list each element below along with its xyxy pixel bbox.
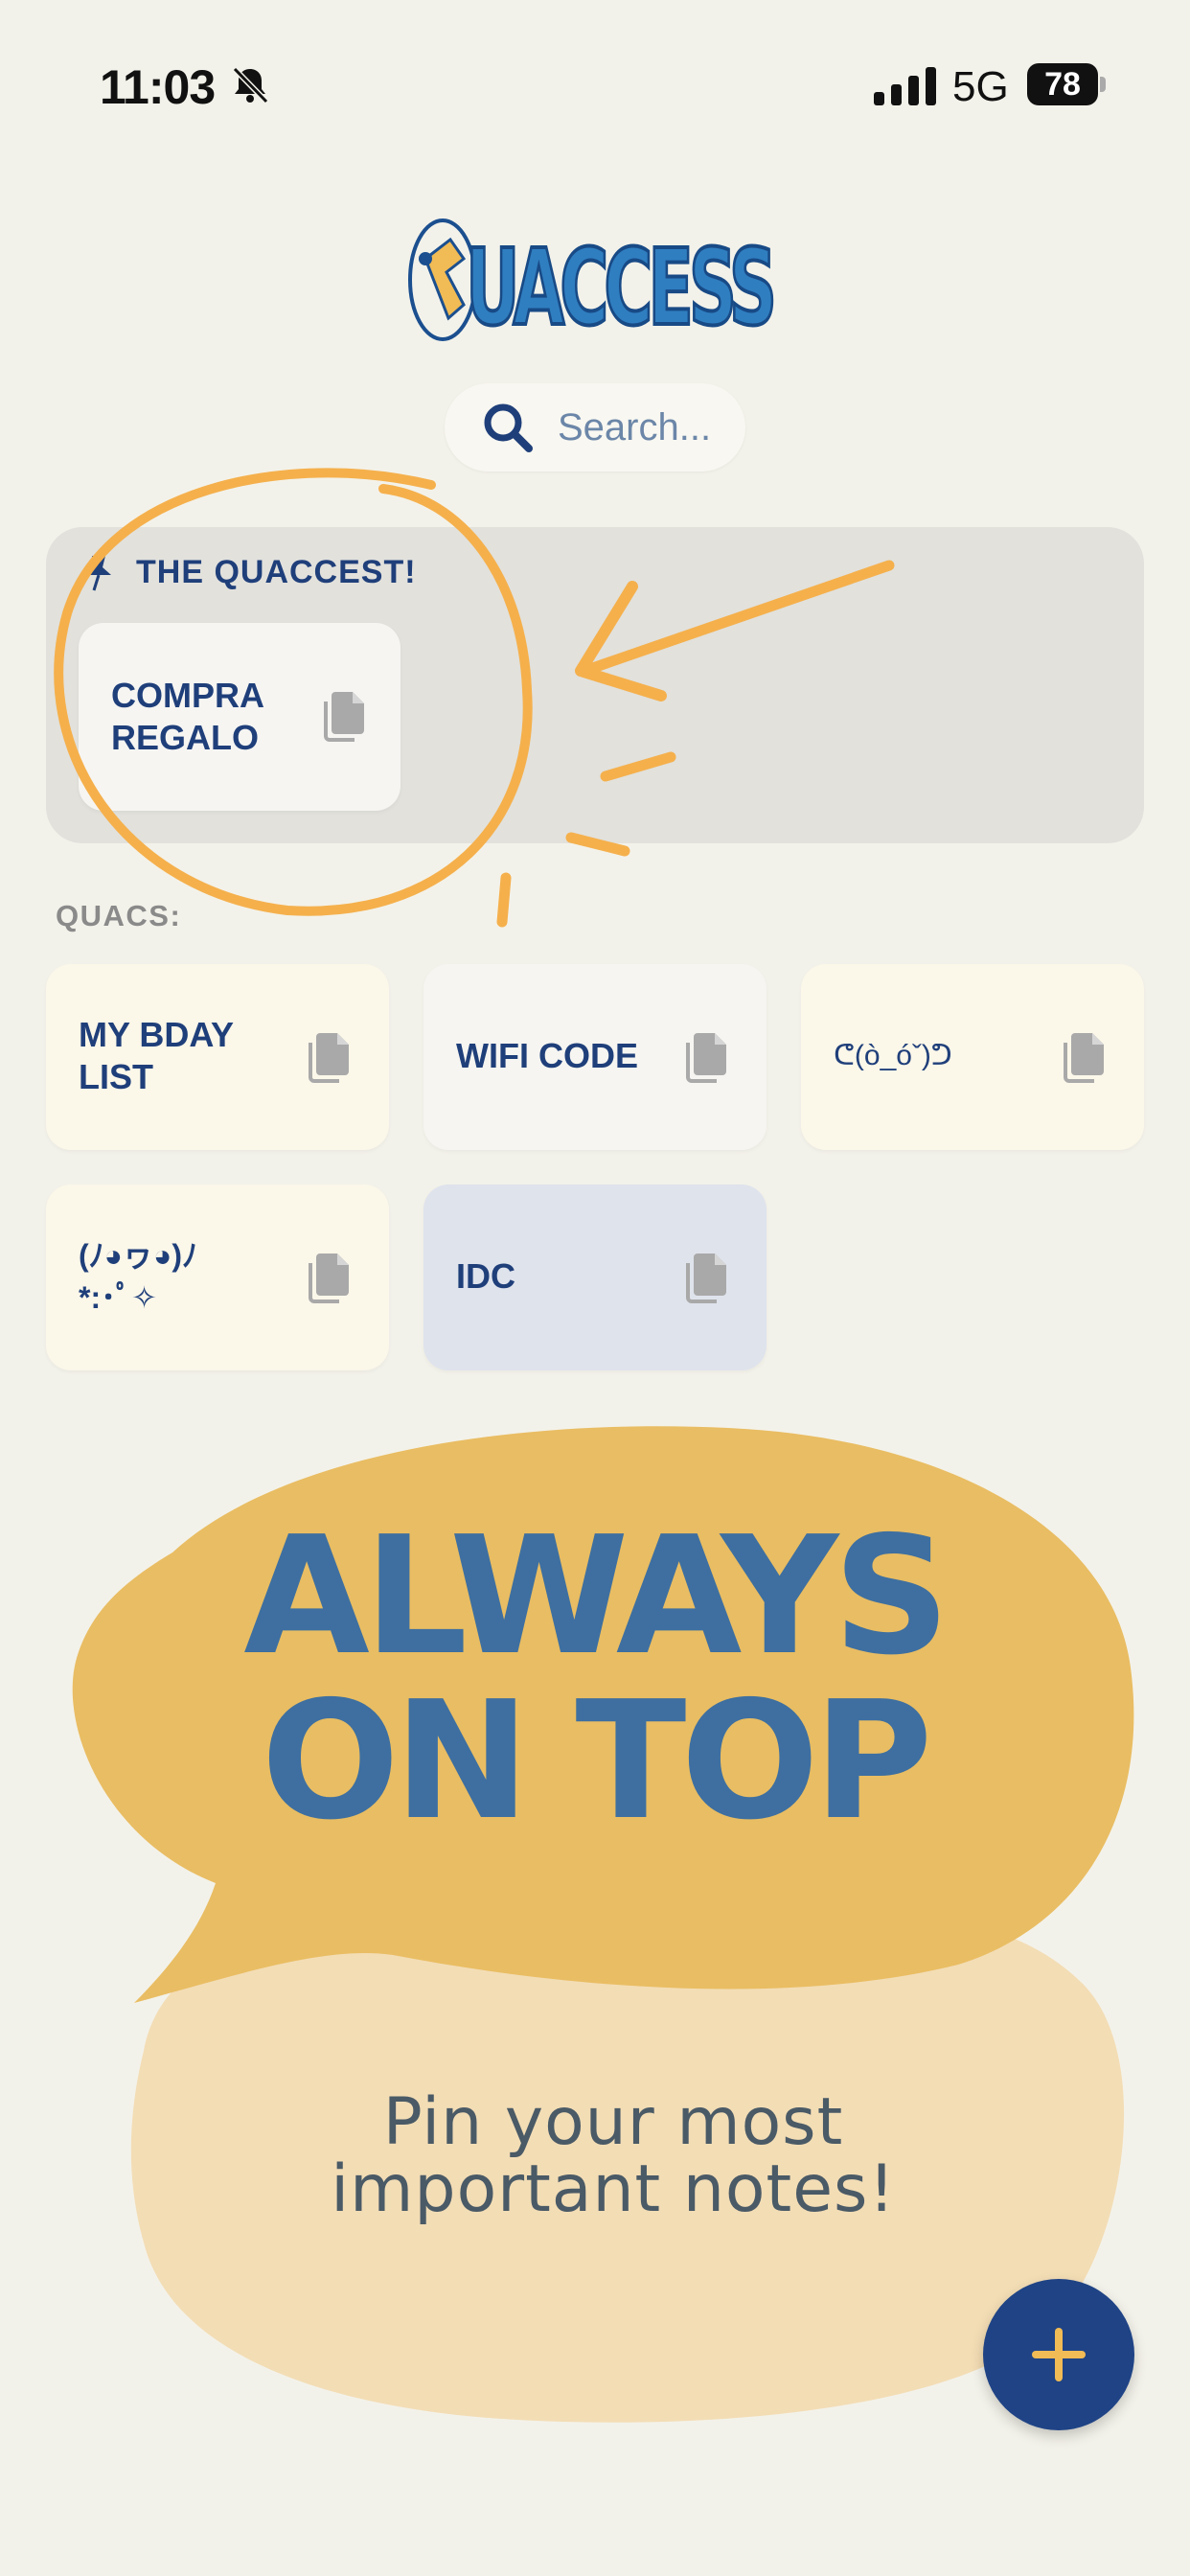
note-title: MY BDAY LIST [79, 1015, 235, 1096]
note-card[interactable]: IDC [423, 1184, 767, 1370]
bell-slash-icon [232, 66, 269, 104]
note-card[interactable]: WIFI CODE [423, 964, 767, 1150]
promo-subline-line1: Pin your most [382, 2084, 844, 2160]
battery-icon: 78 [1027, 63, 1108, 105]
status-time: 11:03 [100, 60, 216, 114]
search-bar[interactable] [445, 383, 745, 472]
quacs-section-title: QUACS: [56, 899, 182, 932]
pinned-title: THE QUACCEST! [136, 554, 417, 590]
note-title: WIFI CODE [456, 1036, 638, 1075]
note-card[interactable]: MY BDAY LIST [46, 964, 389, 1150]
note-card[interactable]: (ﾉ◕ヮ◕)ﾉ *:･ﾟ✧ [46, 1184, 389, 1370]
svg-text:UACCESS: UACCESS [466, 226, 772, 349]
copy-icon[interactable] [322, 690, 366, 742]
copy-icon[interactable] [684, 1252, 728, 1303]
pinned-note-card[interactable]: COMPRA REGALO [79, 623, 400, 811]
plus-icon [1032, 2328, 1086, 2381]
note-title: (ﾉ◕ヮ◕)ﾉ *:･ﾟ✧ [79, 1238, 197, 1315]
pin-icon [86, 556, 111, 591]
battery-level: 78 [1027, 63, 1098, 105]
network-type: 5G [952, 63, 1009, 110]
search-input[interactable] [556, 404, 732, 450]
copy-icon[interactable] [307, 1031, 351, 1083]
note-card[interactable]: ᕦ(ò_óˇ)ᕤ [801, 964, 1144, 1150]
copy-icon[interactable] [1062, 1031, 1106, 1083]
signal-icon [874, 67, 936, 105]
copy-icon[interactable] [307, 1252, 351, 1303]
copy-icon[interactable] [684, 1031, 728, 1083]
promo-headline-line2: ON TOP [261, 1667, 932, 1856]
promo-subline: Pin your most important notes! [240, 2089, 987, 2223]
note-title: COMPRA REGALO [111, 676, 264, 757]
note-title: IDC [456, 1256, 515, 1296]
promo-subline-line2: important notes! [331, 2151, 896, 2227]
add-note-button[interactable] [983, 2279, 1134, 2430]
search-icon [484, 403, 533, 452]
promo-headline-line1: ALWAYS [243, 1502, 950, 1691]
promo-headline: ALWAYS ON TOP [144, 1514, 1044, 1844]
app-logo: UACCESS [408, 218, 782, 351]
note-title: ᕦ(ò_óˇ)ᕤ [834, 1040, 952, 1071]
